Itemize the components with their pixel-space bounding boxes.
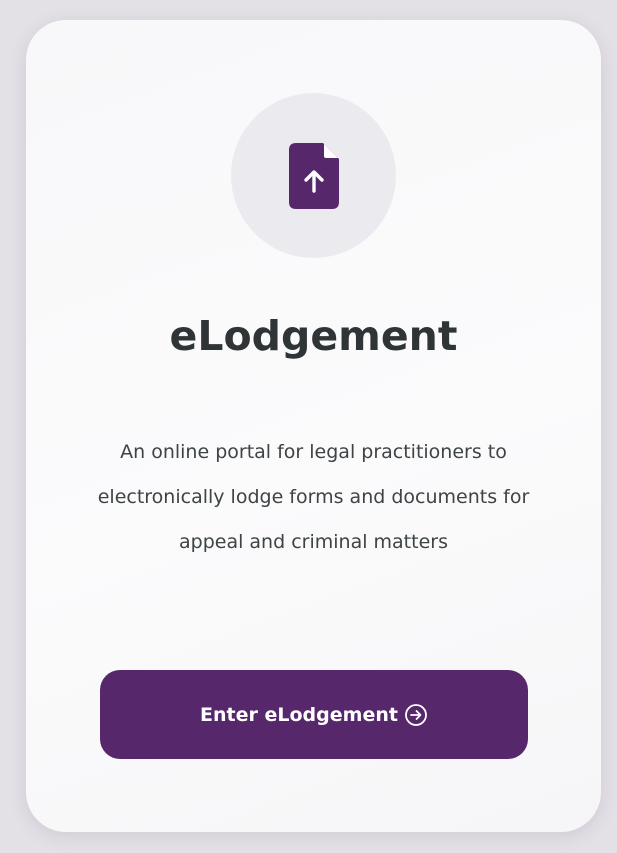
card-title: eLodgement [169, 312, 458, 360]
enter-elodgement-label: Enter eLodgement [200, 703, 398, 726]
icon-badge [231, 93, 396, 258]
card-description: An online portal for legal practitioners… [97, 441, 530, 553]
enter-elodgement-button[interactable]: Enter eLodgement [100, 670, 528, 759]
file-upload-icon [288, 142, 339, 209]
arrow-right-circle-icon [405, 703, 427, 726]
elodgement-card: eLodgement An online portal for legal pr… [26, 20, 601, 832]
